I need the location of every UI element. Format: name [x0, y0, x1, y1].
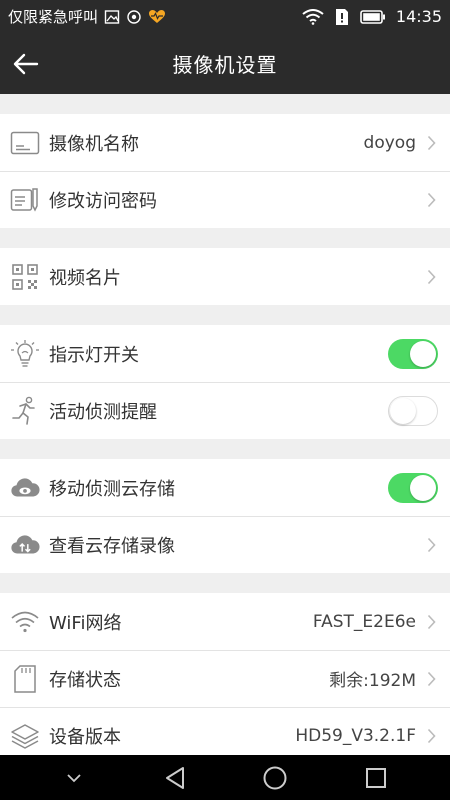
- settings-row[interactable]: 存储状态 剩余:192M: [0, 650, 450, 707]
- settings-row[interactable]: 设备版本 HD59_V3.2.1F: [0, 707, 450, 755]
- section-gap: [0, 573, 450, 593]
- row-value: 剩余:192M: [329, 671, 416, 691]
- settings-row[interactable]: 摄像机名称 doyog: [0, 114, 450, 171]
- chevron-right-icon: [424, 728, 438, 744]
- battery-icon: [360, 9, 386, 24]
- back-button[interactable]: [10, 48, 42, 80]
- toggle-knob: [410, 474, 436, 501]
- light-bulb-icon: [10, 339, 40, 369]
- layers-icon: [10, 721, 40, 751]
- row-label: 指示灯开关: [49, 344, 139, 366]
- settings-row[interactable]: 修改访问密码: [0, 171, 450, 228]
- settings-list: 摄像机名称 doyog 修改访问密码 视频名片 指示灯开关 活动侦测提醒 移动侦测云存储 查看…: [0, 94, 450, 755]
- wifi-signal-icon: [302, 8, 324, 25]
- sd-card-icon: [10, 664, 40, 694]
- chevron-right-icon: [424, 614, 438, 630]
- page-title: 摄像机设置: [172, 53, 278, 77]
- row-value: FAST_E2E6e: [312, 611, 416, 632]
- row-value: HD59_V3.2.1F: [295, 725, 416, 746]
- cloud-sync-icon: [10, 530, 40, 560]
- row-label: 活动侦测提醒: [49, 401, 157, 423]
- section-gap: [0, 439, 450, 459]
- row-value: doyog: [363, 132, 416, 153]
- cloud-eye-icon: [10, 473, 40, 503]
- settings-group: 视频名片: [0, 248, 450, 305]
- settings-row[interactable]: 查看云存储录像: [0, 516, 450, 573]
- arrow-left-icon: [13, 53, 39, 75]
- chevron-right-icon: [424, 192, 438, 208]
- section-gap: [0, 305, 450, 325]
- chevron-right-icon: [424, 537, 438, 553]
- settings-row[interactable]: 移动侦测云存储: [0, 459, 450, 516]
- app-bar: 摄像机设置: [0, 33, 450, 94]
- chevron-right-icon: [424, 671, 438, 687]
- nav-home-button[interactable]: [255, 758, 295, 798]
- row-label: 移动侦测云存储: [49, 478, 175, 500]
- wifi-icon: [10, 607, 40, 637]
- id-card-icon: [10, 128, 40, 158]
- image-icon: [104, 9, 120, 25]
- toggle-switch[interactable]: [388, 338, 438, 369]
- toggle-knob: [390, 397, 416, 424]
- qr-code-icon: [10, 262, 40, 292]
- nav-recents-button[interactable]: [356, 758, 396, 798]
- settings-group: 摄像机名称 doyog 修改访问密码: [0, 114, 450, 228]
- toggle-knob: [410, 340, 436, 367]
- circle-home-icon: [263, 766, 287, 789]
- system-nav-bar: [0, 755, 450, 800]
- clock: 14:35: [395, 7, 442, 26]
- status-bar: 仅限紧急呼叫 14:35: [0, 0, 450, 33]
- row-label: 查看云存储录像: [49, 535, 175, 557]
- row-label: 修改访问密码: [49, 190, 157, 212]
- chevron-down-icon: [67, 773, 81, 782]
- settings-group: 指示灯开关活动侦测提醒: [0, 325, 450, 439]
- running-person-icon: [10, 396, 40, 426]
- hide-nav-button[interactable]: [54, 758, 94, 798]
- nav-back-button[interactable]: [155, 758, 195, 798]
- section-gap: [0, 228, 450, 248]
- settings-row[interactable]: WiFi网络 FAST_E2E6e: [0, 593, 450, 650]
- settings-row[interactable]: 视频名片: [0, 248, 450, 305]
- password-edit-icon: [10, 185, 40, 215]
- settings-group: WiFi网络 FAST_E2E6e 存储状态 剩余:192M 设备版本 HD59_V3.2…: [0, 593, 450, 755]
- settings-row[interactable]: 指示灯开关: [0, 325, 450, 382]
- carrier-text: 仅限紧急呼叫: [8, 8, 99, 26]
- row-label: 视频名片: [49, 267, 121, 289]
- heart-rate-icon: [148, 9, 166, 25]
- chevron-right-icon: [424, 269, 438, 285]
- row-label: 设备版本: [49, 726, 121, 748]
- row-label: 存储状态: [49, 669, 121, 691]
- chevron-right-icon: [424, 135, 438, 151]
- toggle-switch[interactable]: [388, 472, 438, 503]
- row-label: 摄像机名称: [49, 133, 139, 155]
- settings-group: 移动侦测云存储 查看云存储录像: [0, 459, 450, 573]
- sim-alert-icon: [334, 8, 350, 26]
- square-recents-icon: [365, 767, 386, 788]
- toggle-switch[interactable]: [388, 395, 438, 426]
- row-label: WiFi网络: [49, 612, 122, 634]
- settings-row[interactable]: 活动侦测提醒: [0, 382, 450, 439]
- section-gap: [0, 94, 450, 114]
- triangle-back-icon: [165, 766, 184, 789]
- target-icon: [126, 9, 142, 25]
